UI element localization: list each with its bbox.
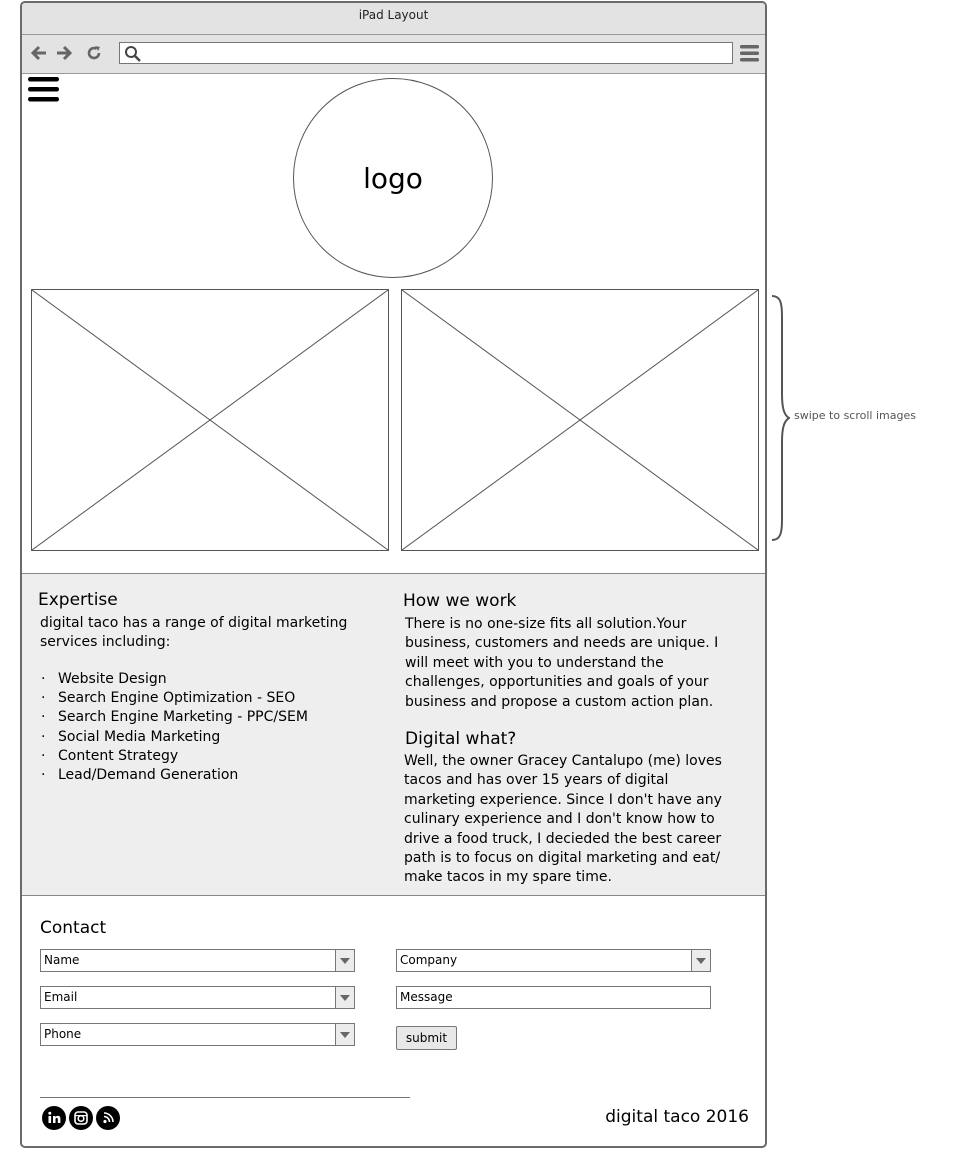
company-field-label: Company [400,953,458,967]
address-bar[interactable] [119,42,733,64]
scroll-brace-annotation [771,295,790,541]
browser-toolbar [22,35,765,74]
linkedin-icon[interactable] [42,1106,66,1130]
chevron-down-icon[interactable] [335,987,354,1008]
contact-heading: Contact [40,918,107,938]
how-we-work-heading: How we work [403,591,517,611]
list-item: Social Media Marketing [41,728,308,747]
list-item: Search Engine Marketing - PPC/SEM [41,708,308,727]
image-placeholder-icon [32,290,388,550]
list-item: Website Design [41,670,308,689]
reload-icon[interactable] [84,43,104,63]
window-title: iPad Layout [22,3,765,35]
list-item: Search Engine Optimization - SEO [41,689,308,708]
address-input[interactable] [144,44,724,62]
info-section: Expertise digital taco has a range of di… [22,573,765,896]
submit-button[interactable]: submit [396,1026,457,1050]
forward-arrow-icon[interactable] [54,43,74,63]
chevron-down-icon[interactable] [335,1024,354,1045]
logo[interactable]: logo [293,78,493,278]
email-field[interactable]: Email [40,986,355,1009]
list-item: Lead/Demand Generation [41,766,308,785]
expertise-intro: digital taco has a range of digital mark… [40,615,348,651]
blog-icon[interactable] [96,1106,120,1130]
swipe-annotation: swipe to scroll images [794,409,916,422]
name-field[interactable]: Name [40,949,355,972]
image-placeholder-icon [402,290,758,550]
digital-what-heading: Digital what? [405,729,517,749]
name-field-label: Name [44,953,80,967]
logo-text: logo [363,161,423,195]
message-field[interactable]: Message [396,986,711,1009]
carousel-image-placeholder[interactable] [401,289,759,551]
carousel-image-placeholder[interactable] [31,289,389,551]
list-item: Content Strategy [41,747,308,766]
how-we-work-text: There is no one-size fits all solution.Y… [405,616,719,710]
email-field-label: Email [44,990,78,1004]
expertise-list: Website Design Search Engine Optimizatio… [41,670,308,785]
chevron-down-icon[interactable] [335,950,354,971]
instagram-icon[interactable] [69,1106,93,1130]
digital-what-text: Well, the owner Gracey Cantalupo (me) lo… [404,753,722,886]
footer-copyright: digital taco 2016 [605,1107,749,1127]
expertise-heading: Expertise [38,590,118,610]
footer-divider [40,1097,410,1098]
message-field-label: Message [400,990,453,1004]
browser-menu-icon[interactable] [740,44,759,63]
phone-field-label: Phone [44,1027,82,1041]
chevron-down-icon[interactable] [691,950,710,971]
back-arrow-icon[interactable] [29,43,49,63]
hamburger-menu-icon[interactable] [28,76,60,106]
phone-field[interactable]: Phone [40,1023,355,1046]
company-field[interactable]: Company [396,949,711,972]
browser-window: iPad Layout logo Expertise digital taco … [20,1,767,1148]
search-icon [125,46,141,62]
